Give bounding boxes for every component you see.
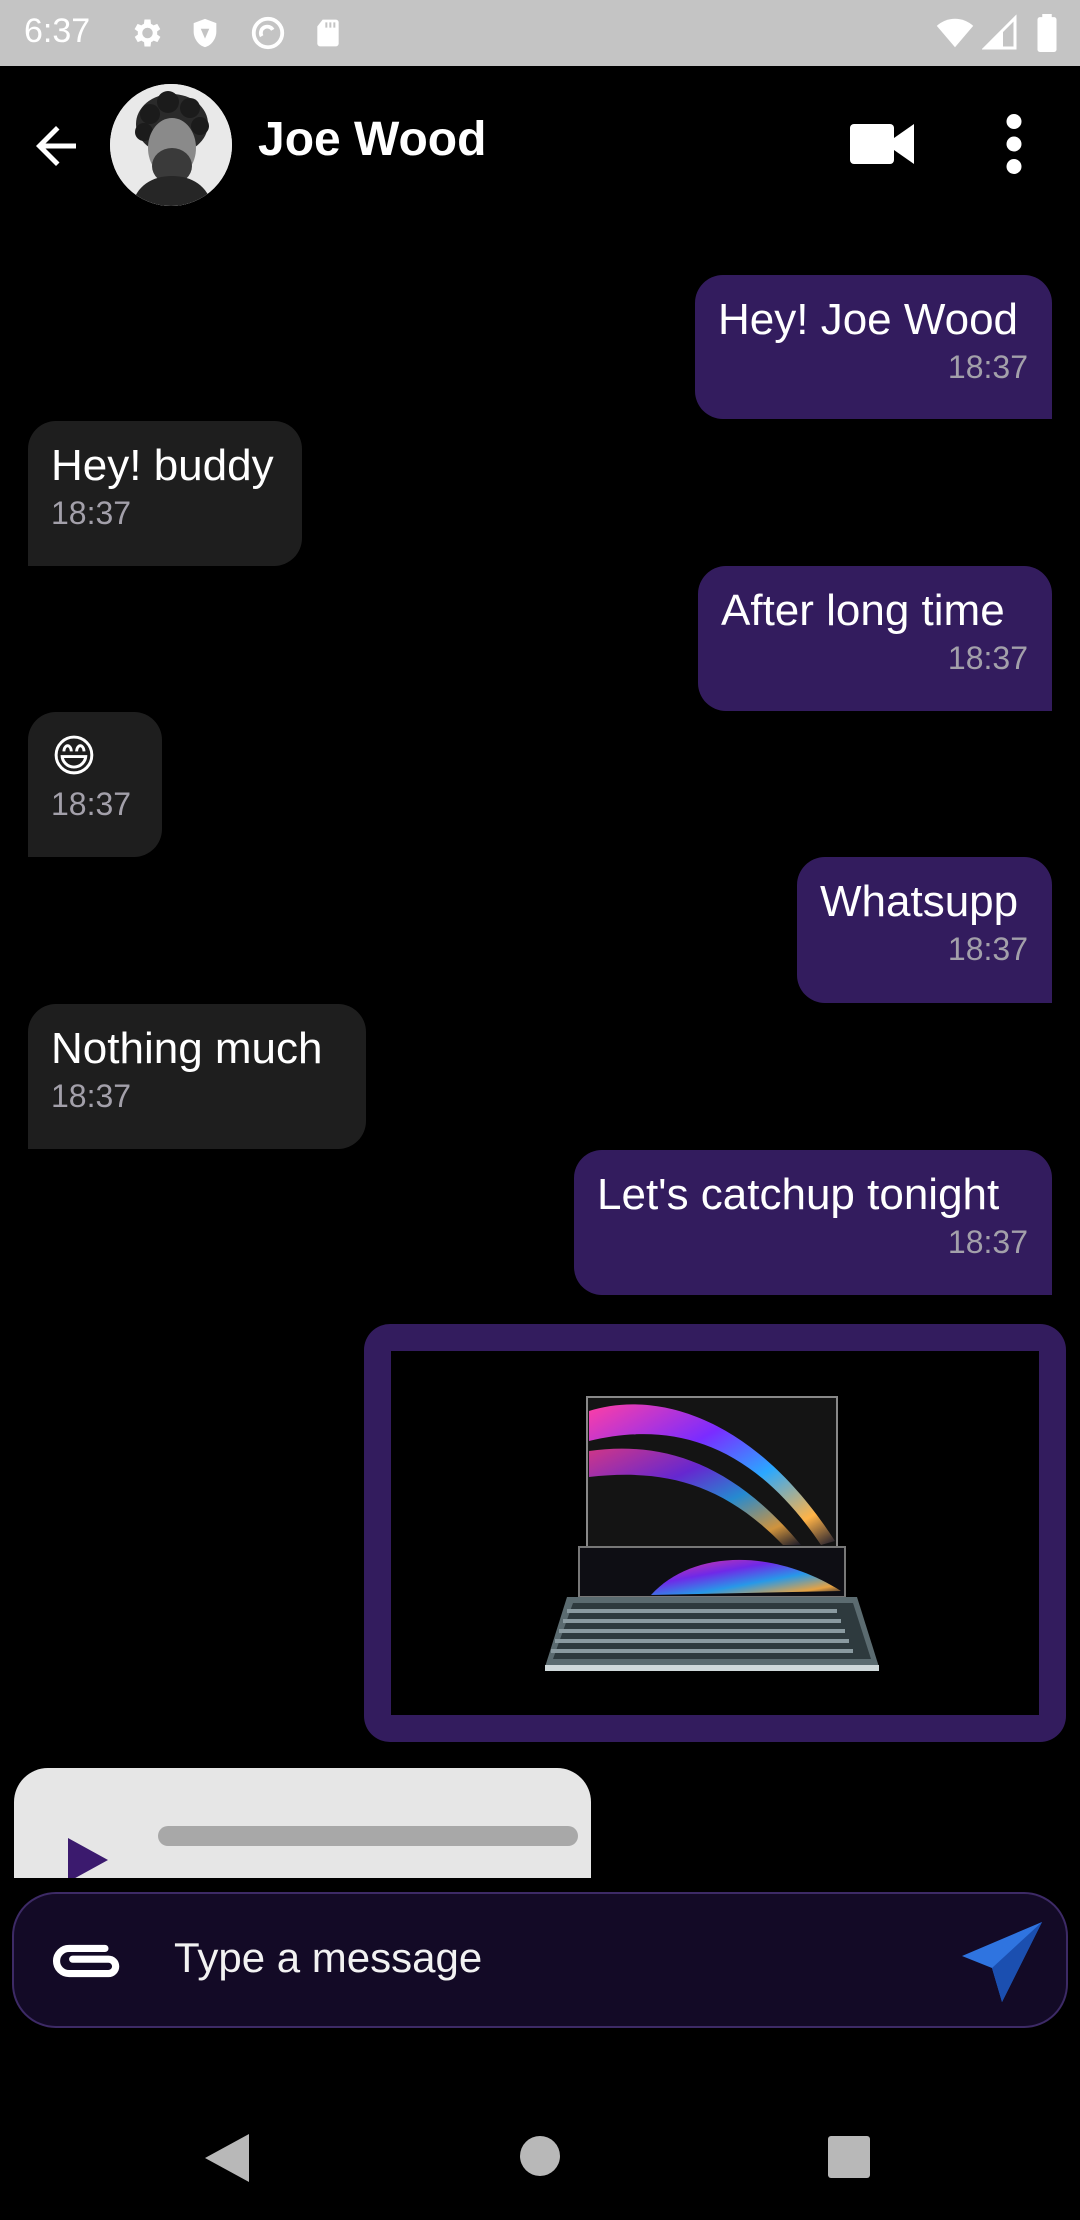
video-call-icon[interactable] [850,120,914,168]
message-bubble-received[interactable]: Nothing much 18:37 [28,1004,366,1149]
message-emoji: 😄 [51,732,97,781]
image-message[interactable] [364,1324,1066,1742]
battery-icon [1037,14,1057,52]
message-composer[interactable]: Type a message [12,1892,1068,2028]
message-text: Nothing much [51,1024,323,1073]
system-nav-bar [0,2094,1080,2220]
sd-card-icon [317,19,339,47]
status-bar: 6:37 [0,0,1080,66]
message-bubble-received[interactable]: Hey! buddy 18:37 [28,421,302,566]
message-bubble-received[interactable]: 😄 18:37 [28,712,162,857]
contact-name[interactable]: Joe Wood [258,112,486,167]
nav-home-icon[interactable] [520,2136,560,2176]
message-time: 18:37 [947,640,1028,676]
play-icon[interactable] [68,1838,108,1878]
shield-icon [193,18,217,48]
sync-icon [251,16,285,50]
message-text: After long time [721,586,1005,635]
message-bubble-sent[interactable]: After long time 18:37 [698,566,1052,711]
message-bubble-sent[interactable]: Hey! Joe Wood 18:37 [695,275,1052,419]
message-text: Hey! Joe Wood [718,295,1019,344]
audio-progress-track[interactable] [158,1826,578,1846]
message-input[interactable]: Type a message [174,1934,482,1982]
message-bubble-sent[interactable]: Let's catchup tonight 18:37 [574,1150,1052,1295]
avatar-portrait-icon [110,84,232,206]
signal-icon [982,14,1017,50]
message-time: 18:37 [947,349,1028,385]
message-bubble-sent[interactable]: Whatsupp 18:37 [797,857,1052,1003]
audio-message[interactable] [14,1768,591,1878]
paperclip-icon[interactable] [44,1934,130,1988]
message-text: Whatsupp [820,877,1019,926]
message-text: Hey! buddy [51,441,274,490]
message-time: 18:37 [947,1224,1028,1260]
status-time: 6:37 [24,12,91,50]
nav-back-icon[interactable] [205,2134,249,2182]
nav-recents-icon[interactable] [828,2136,870,2178]
message-time: 18:37 [51,1078,132,1114]
send-icon[interactable] [954,1914,1050,2010]
message-time: 18:37 [51,786,132,822]
message-text: Let's catchup tonight [597,1170,1000,1219]
wifi-icon [936,18,974,48]
more-vert-icon[interactable] [1000,114,1028,174]
avatar[interactable] [110,84,232,206]
back-arrow-icon[interactable] [26,116,86,176]
message-time: 18:37 [51,495,132,531]
laptop-image-icon [545,1396,879,1671]
chat-header: Joe Wood [0,66,1080,224]
laptop-image[interactable] [391,1351,1039,1715]
message-time: 18:37 [947,931,1028,967]
settings-icon [134,19,161,47]
